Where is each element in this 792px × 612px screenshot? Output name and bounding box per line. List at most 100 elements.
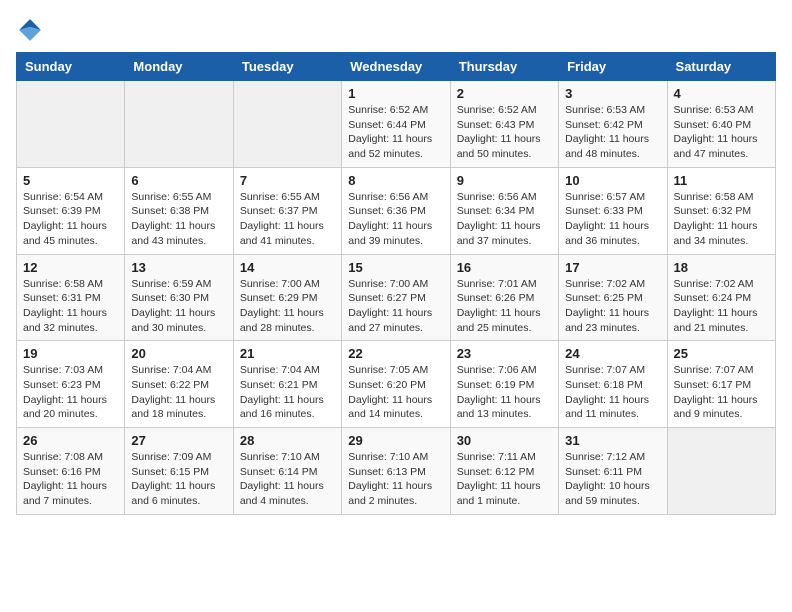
calendar-cell: 29 Sunrise: 7:10 AM Sunset: 6:13 PM Dayli… (342, 428, 450, 515)
day-number: 14 (240, 260, 335, 275)
day-number: 12 (23, 260, 118, 275)
day-number: 1 (348, 86, 443, 101)
day-info: Sunrise: 6:56 AM Sunset: 6:36 PM Dayligh… (348, 190, 443, 249)
calendar-cell: 31Sunrise: 7:12 AM Sunset: 6:11 PM Dayli… (559, 428, 667, 515)
logo-icon (16, 16, 44, 44)
header-wednesday: Wednesday (342, 53, 450, 81)
day-number: 27 (131, 433, 226, 448)
day-info: Sunrise: 7:06 AM Sunset: 6:19 PM Dayligh… (457, 363, 552, 422)
calendar-cell: 30Sunrise: 7:11 AM Sunset: 6:12 PM Dayli… (450, 428, 558, 515)
day-number: 19 (23, 346, 118, 361)
calendar-cell: 4 Sunrise: 6:53 AM Sunset: 6:40 PM Daylig… (667, 81, 775, 168)
calendar-week-row: 1Sunrise: 6:52 AM Sunset: 6:44 PM Daylig… (17, 81, 776, 168)
calendar-cell: 13Sunrise: 6:59 AM Sunset: 6:30 PM Dayli… (125, 254, 233, 341)
calendar-cell: 1Sunrise: 6:52 AM Sunset: 6:44 PM Daylig… (342, 81, 450, 168)
day-info: Sunrise: 6:55 AM Sunset: 6:38 PM Dayligh… (131, 190, 226, 249)
day-info: Sunrise: 7:07 AM Sunset: 6:18 PM Dayligh… (565, 363, 660, 422)
calendar-cell: 18Sunrise: 7:02 AM Sunset: 6:24 PM Dayli… (667, 254, 775, 341)
day-info: Sunrise: 7:02 AM Sunset: 6:24 PM Dayligh… (674, 277, 769, 336)
calendar-week-row: 12Sunrise: 6:58 AM Sunset: 6:31 PM Dayli… (17, 254, 776, 341)
calendar-cell: 20 Sunrise: 7:04 AM Sunset: 6:22 PM Dayli… (125, 341, 233, 428)
calendar-cell: 6 Sunrise: 6:55 AM Sunset: 6:38 PM Daylig… (125, 167, 233, 254)
day-number: 6 (131, 173, 226, 188)
day-info: Sunrise: 7:03 AM Sunset: 6:23 PM Dayligh… (23, 363, 118, 422)
day-number: 16 (457, 260, 552, 275)
calendar-cell: 26 Sunrise: 7:08 AM Sunset: 6:16 PM Dayli… (17, 428, 125, 515)
day-number: 5 (23, 173, 118, 188)
logo (16, 16, 48, 44)
calendar-cell: 9Sunrise: 6:56 AM Sunset: 6:34 PM Daylig… (450, 167, 558, 254)
day-info: Sunrise: 6:58 AM Sunset: 6:32 PM Dayligh… (674, 190, 769, 249)
calendar-cell: 7 Sunrise: 6:55 AM Sunset: 6:37 PM Daylig… (233, 167, 341, 254)
day-info: Sunrise: 7:05 AM Sunset: 6:20 PM Dayligh… (348, 363, 443, 422)
day-info: Sunrise: 7:09 AM Sunset: 6:15 PM Dayligh… (131, 450, 226, 509)
calendar-cell: 21 Sunrise: 7:04 AM Sunset: 6:21 PM Dayli… (233, 341, 341, 428)
header-tuesday: Tuesday (233, 53, 341, 81)
day-info: Sunrise: 7:00 AM Sunset: 6:29 PM Dayligh… (240, 277, 335, 336)
day-number: 7 (240, 173, 335, 188)
day-info: Sunrise: 7:10 AM Sunset: 6:13 PM Dayligh… (348, 450, 443, 509)
calendar-cell: 17 Sunrise: 7:02 AM Sunset: 6:25 PM Dayli… (559, 254, 667, 341)
day-number: 15 (348, 260, 443, 275)
calendar-cell: 22 Sunrise: 7:05 AM Sunset: 6:20 PM Dayli… (342, 341, 450, 428)
day-number: 9 (457, 173, 552, 188)
calendar-cell: 14 Sunrise: 7:00 AM Sunset: 6:29 PM Dayli… (233, 254, 341, 341)
day-number: 2 (457, 86, 552, 101)
calendar-cell: 25 Sunrise: 7:07 AM Sunset: 6:17 PM Dayli… (667, 341, 775, 428)
page-header (16, 16, 776, 44)
calendar-cell: 10Sunrise: 6:57 AM Sunset: 6:33 PM Dayli… (559, 167, 667, 254)
day-number: 25 (674, 346, 769, 361)
calendar-cell (233, 81, 341, 168)
calendar-week-row: 19 Sunrise: 7:03 AM Sunset: 6:23 PM Dayli… (17, 341, 776, 428)
day-info: Sunrise: 7:00 AM Sunset: 6:27 PM Dayligh… (348, 277, 443, 336)
header-saturday: Saturday (667, 53, 775, 81)
calendar-table: SundayMondayTuesdayWednesdayThursdayFrid… (16, 52, 776, 515)
day-info: Sunrise: 6:53 AM Sunset: 6:40 PM Dayligh… (674, 103, 769, 162)
day-number: 8 (348, 173, 443, 188)
calendar-cell: 12Sunrise: 6:58 AM Sunset: 6:31 PM Dayli… (17, 254, 125, 341)
calendar-cell (17, 81, 125, 168)
day-number: 26 (23, 433, 118, 448)
day-number: 13 (131, 260, 226, 275)
day-info: Sunrise: 7:04 AM Sunset: 6:22 PM Dayligh… (131, 363, 226, 422)
calendar-cell (667, 428, 775, 515)
calendar-cell: 27 Sunrise: 7:09 AM Sunset: 6:15 PM Dayli… (125, 428, 233, 515)
day-info: Sunrise: 7:08 AM Sunset: 6:16 PM Dayligh… (23, 450, 118, 509)
calendar-cell: 5 Sunrise: 6:54 AM Sunset: 6:39 PM Daylig… (17, 167, 125, 254)
calendar-cell: 3 Sunrise: 6:53 AM Sunset: 6:42 PM Daylig… (559, 81, 667, 168)
day-info: Sunrise: 6:52 AM Sunset: 6:43 PM Dayligh… (457, 103, 552, 162)
header-sunday: Sunday (17, 53, 125, 81)
calendar-cell: 11 Sunrise: 6:58 AM Sunset: 6:32 PM Dayli… (667, 167, 775, 254)
calendar-cell: 2 Sunrise: 6:52 AM Sunset: 6:43 PM Daylig… (450, 81, 558, 168)
day-number: 17 (565, 260, 660, 275)
header-friday: Friday (559, 53, 667, 81)
calendar-cell: 16 Sunrise: 7:01 AM Sunset: 6:26 PM Dayli… (450, 254, 558, 341)
day-number: 21 (240, 346, 335, 361)
day-info: Sunrise: 6:54 AM Sunset: 6:39 PM Dayligh… (23, 190, 118, 249)
day-number: 28 (240, 433, 335, 448)
calendar-cell: 8 Sunrise: 6:56 AM Sunset: 6:36 PM Daylig… (342, 167, 450, 254)
day-number: 10 (565, 173, 660, 188)
day-number: 11 (674, 173, 769, 188)
day-info: Sunrise: 6:53 AM Sunset: 6:42 PM Dayligh… (565, 103, 660, 162)
calendar-week-row: 26 Sunrise: 7:08 AM Sunset: 6:16 PM Dayli… (17, 428, 776, 515)
day-number: 22 (348, 346, 443, 361)
calendar-header-row: SundayMondayTuesdayWednesdayThursdayFrid… (17, 53, 776, 81)
day-number: 29 (348, 433, 443, 448)
day-number: 3 (565, 86, 660, 101)
day-number: 20 (131, 346, 226, 361)
day-info: Sunrise: 7:04 AM Sunset: 6:21 PM Dayligh… (240, 363, 335, 422)
calendar-cell: 28 Sunrise: 7:10 AM Sunset: 6:14 PM Dayli… (233, 428, 341, 515)
day-number: 24 (565, 346, 660, 361)
day-info: Sunrise: 7:10 AM Sunset: 6:14 PM Dayligh… (240, 450, 335, 509)
day-info: Sunrise: 7:07 AM Sunset: 6:17 PM Dayligh… (674, 363, 769, 422)
calendar-cell (125, 81, 233, 168)
day-info: Sunrise: 7:01 AM Sunset: 6:26 PM Dayligh… (457, 277, 552, 336)
calendar-cell: 19 Sunrise: 7:03 AM Sunset: 6:23 PM Dayli… (17, 341, 125, 428)
day-number: 23 (457, 346, 552, 361)
day-info: Sunrise: 7:02 AM Sunset: 6:25 PM Dayligh… (565, 277, 660, 336)
calendar-cell: 23 Sunrise: 7:06 AM Sunset: 6:19 PM Dayli… (450, 341, 558, 428)
day-info: Sunrise: 6:55 AM Sunset: 6:37 PM Dayligh… (240, 190, 335, 249)
day-number: 4 (674, 86, 769, 101)
day-info: Sunrise: 7:11 AM Sunset: 6:12 PM Dayligh… (457, 450, 552, 509)
